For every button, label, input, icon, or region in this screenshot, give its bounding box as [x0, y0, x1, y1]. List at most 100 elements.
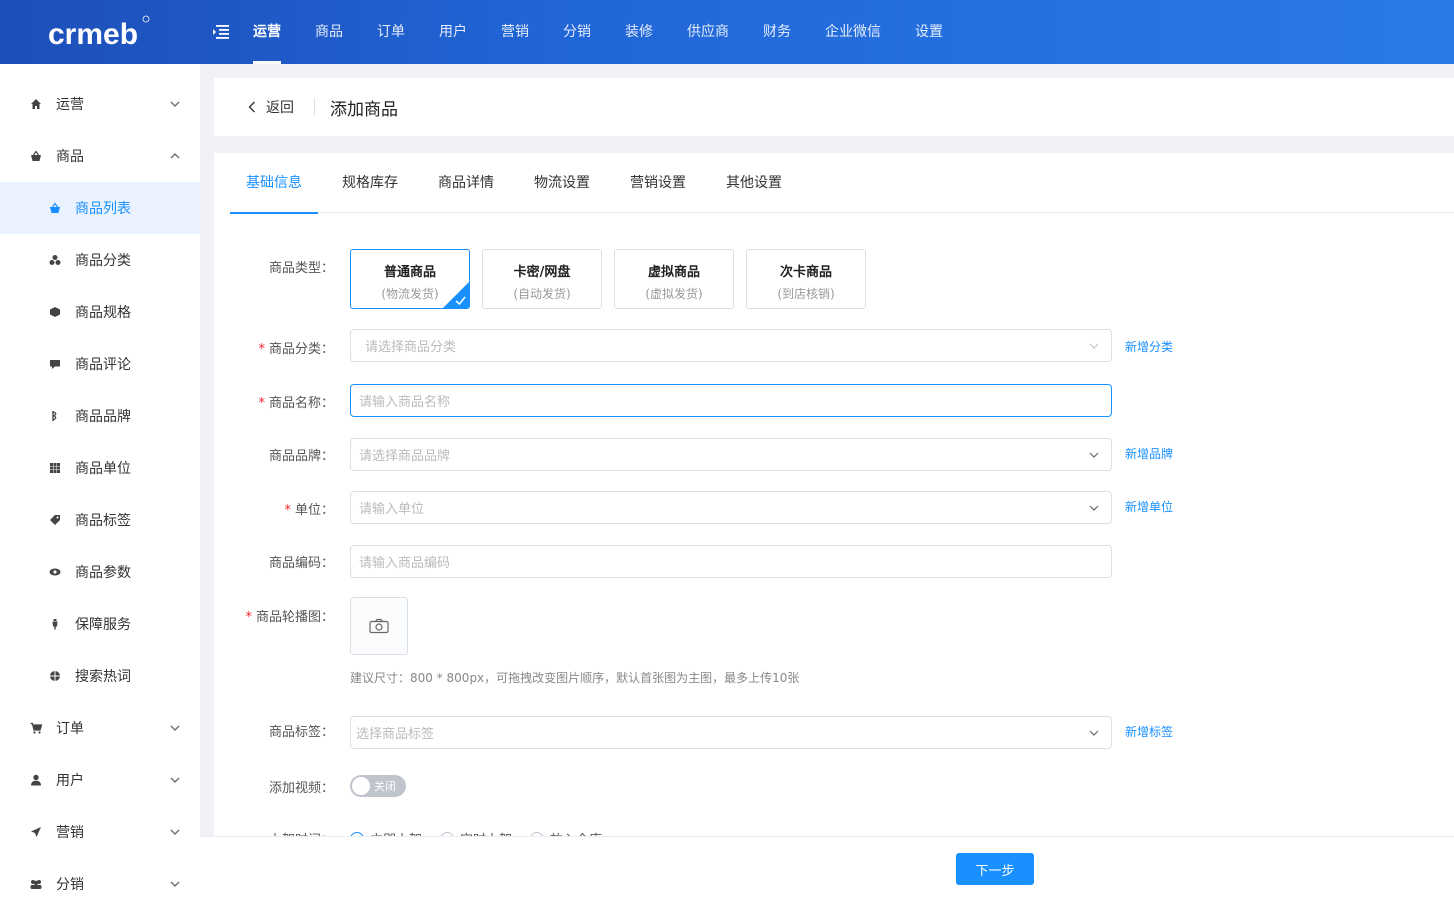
video-switch[interactable]: 关闭: [350, 775, 406, 797]
sidebar-sub-product-params[interactable]: 商品参数: [0, 546, 200, 598]
type-card-times-card[interactable]: 次卡商品 (到店核销): [746, 249, 866, 309]
back-button[interactable]: 返回: [248, 97, 294, 117]
tags-placeholder: 选择商品标签: [356, 727, 435, 742]
topnav-user[interactable]: 用户: [422, 0, 484, 64]
brand-placeholder: 请选择商品品牌: [359, 449, 451, 464]
fire-icon: [49, 670, 61, 682]
topnav-wecom[interactable]: 企业微信: [808, 0, 898, 64]
unit-select[interactable]: 请输入单位: [350, 491, 1112, 524]
sidebar-item-label: 订单: [56, 721, 84, 737]
image-upload-button[interactable]: [350, 597, 408, 655]
topnav-product[interactable]: 商品: [298, 0, 360, 64]
add-category-link[interactable]: 新增分类: [1125, 338, 1173, 355]
footer-bar: 下一步: [200, 836, 1454, 918]
product-code-placeholder: 请输入商品编码: [359, 556, 451, 571]
brand-select[interactable]: 请选择商品品牌: [350, 438, 1112, 471]
product-name-input[interactable]: 请输入商品名称: [350, 384, 1112, 417]
category-placeholder: 请选择商品分类: [365, 340, 457, 355]
sidebar: 运营 商品 商品列表 商品分类 商品规格 商品评论 商品品牌 商品单位 商品标签…: [0, 64, 200, 918]
crmeb-logo[interactable]: crmeb: [48, 14, 152, 54]
type-card-virtual[interactable]: 虚拟商品 (虚拟发货): [614, 249, 734, 309]
topnav-operations[interactable]: 运营: [236, 0, 298, 64]
chevron-down-icon: [1089, 452, 1099, 458]
sidebar-sub-label: 商品标签: [75, 513, 131, 529]
sidebar-sub-label: 商品参数: [75, 565, 131, 581]
tags-select[interactable]: 选择商品标签: [350, 716, 1112, 749]
add-brand-link[interactable]: 新增品牌: [1125, 445, 1173, 462]
sidebar-sub-product-brand[interactable]: 商品品牌: [0, 390, 200, 442]
type-card-card-disk[interactable]: 卡密/网盘 (自动发货): [482, 249, 602, 309]
header-divider: [314, 98, 315, 116]
tab-product-detail[interactable]: 商品详情: [422, 153, 510, 213]
menu-fold-icon[interactable]: [212, 24, 230, 40]
sidebar-sub-product-unit[interactable]: 商品单位: [0, 442, 200, 494]
tab-other[interactable]: 其他设置: [710, 153, 798, 213]
chevron-down-icon: [170, 725, 180, 731]
type-card-normal[interactable]: 普通商品 (物流发货): [350, 249, 470, 309]
tab-basic-info[interactable]: 基础信息: [230, 153, 318, 214]
topnav-order[interactable]: 订单: [360, 0, 422, 64]
send-icon: [30, 826, 42, 838]
topnav-distribution[interactable]: 分销: [546, 0, 608, 64]
topnav-supplier[interactable]: 供应商: [670, 0, 746, 64]
topnav-marketing[interactable]: 营销: [484, 0, 546, 64]
category-select[interactable]: 请选择商品分类: [350, 329, 1112, 362]
topnav-decoration[interactable]: 装修: [608, 0, 670, 64]
switch-knob: [352, 777, 370, 795]
sidebar-sub-label: 商品列表: [75, 201, 131, 217]
topnav-finance[interactable]: 财务: [746, 0, 808, 64]
next-step-button[interactable]: 下一步: [956, 853, 1034, 885]
camera-icon: [369, 618, 389, 634]
sidebar-item-operations[interactable]: 运营: [0, 78, 200, 130]
tab-spec-stock[interactable]: 规格库存: [326, 153, 414, 213]
type-subtitle: (虚拟发货): [645, 287, 703, 301]
sidebar-sub-product-category[interactable]: 商品分类: [0, 234, 200, 286]
cart-icon: [30, 722, 42, 734]
tags-label: 商品标签：: [268, 725, 334, 740]
chevron-down-icon: [170, 881, 180, 887]
video-label: 添加视频：: [268, 781, 334, 796]
product-type-label: 商品类型：: [268, 261, 334, 276]
sidebar-sub-guarantee[interactable]: 保障服务: [0, 598, 200, 650]
sidebar-sub-product-tag[interactable]: 商品标签: [0, 494, 200, 546]
top-navbar: crmeb 运营 商品 订单 用户 营销 分销 装修 供应商 财务 企业微信 设…: [0, 0, 1454, 64]
back-label: 返回: [266, 100, 294, 116]
sidebar-sub-label: 商品分类: [75, 253, 131, 269]
chevron-up-icon: [170, 153, 180, 159]
sidebar-item-user[interactable]: 用户: [0, 754, 200, 806]
product-code-input[interactable]: 请输入商品编码: [350, 545, 1112, 578]
sidebar-item-marketing[interactable]: 营销: [0, 806, 200, 858]
page-header: 返回 添加商品: [214, 78, 1454, 136]
sidebar-item-label: 营销: [56, 825, 84, 841]
sidebar-item-order[interactable]: 订单: [0, 702, 200, 754]
sidebar-sub-product-review[interactable]: 商品评论: [0, 338, 200, 390]
sidebar-sub-label: 商品规格: [75, 305, 131, 321]
sidebar-item-label: 商品: [56, 149, 84, 165]
form-tabs: 基础信息 规格库存 商品详情 物流设置 营销设置 其他设置: [230, 153, 1454, 214]
chevron-down-icon: [1089, 730, 1099, 736]
cube-icon: [49, 306, 61, 318]
tab-marketing[interactable]: 营销设置: [614, 153, 702, 213]
tab-logistics[interactable]: 物流设置: [518, 153, 606, 213]
sidebar-sub-label: 商品评论: [75, 357, 131, 373]
sidebar-item-product[interactable]: 商品: [0, 130, 200, 182]
brand-label: 商品品牌：: [268, 449, 334, 464]
chevron-down-icon: [170, 777, 180, 783]
add-unit-link[interactable]: 新增单位: [1125, 498, 1173, 515]
unit-placeholder: 请输入单位: [359, 502, 425, 517]
basket-icon: [30, 150, 42, 162]
sidebar-sub-label: 搜索热词: [75, 669, 131, 685]
sidebar-sub-hot-search[interactable]: 搜索热词: [0, 650, 200, 702]
chevron-left-icon: [248, 101, 255, 113]
product-name-label: * 商品名称：: [258, 396, 334, 411]
sidebar-sub-product-list[interactable]: 商品列表: [0, 182, 200, 234]
sidebar-item-label: 用户: [56, 773, 84, 789]
add-tag-link[interactable]: 新增标签: [1125, 723, 1173, 740]
page-title: 添加商品: [330, 100, 398, 120]
sidebar-sub-product-spec[interactable]: 商品规格: [0, 286, 200, 338]
sidebar-sub-label: 保障服务: [75, 617, 131, 633]
grid-icon: [49, 462, 61, 474]
topnav-settings[interactable]: 设置: [898, 0, 960, 64]
sidebar-item-distribution[interactable]: 分销: [0, 858, 200, 910]
sidebar-sub-label: 商品品牌: [75, 409, 131, 425]
